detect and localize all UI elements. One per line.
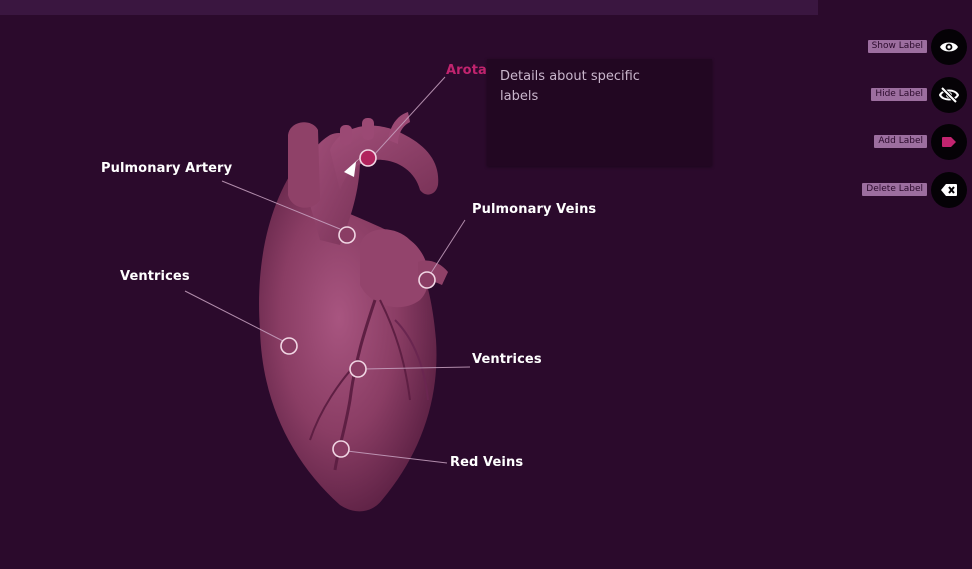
label-red-veins[interactable]: Red Veins <box>450 455 523 470</box>
label-arota[interactable]: Arota <box>446 63 487 78</box>
hotspot-pulmonary-veins[interactable] <box>418 271 436 289</box>
delete-label-chip[interactable]: Delete Label <box>862 183 927 196</box>
eye-icon[interactable] <box>931 29 967 65</box>
add-label-button[interactable]: Add Label <box>847 124 967 160</box>
label-ventrices-left[interactable]: Ventrices <box>120 269 190 284</box>
eye-off-icon[interactable] <box>931 77 967 113</box>
delete-label-button[interactable]: Delete Label <box>847 172 967 208</box>
label-pulmonary-veins[interactable]: Pulmonary Veins <box>472 202 596 217</box>
show-label-chip[interactable]: Show Label <box>867 40 927 53</box>
label-pulmonary-artery[interactable]: Pulmonary Artery <box>101 161 232 176</box>
hotspot-ventrices-left[interactable] <box>280 337 298 355</box>
hotspot-arota[interactable] <box>359 149 377 167</box>
add-label-chip[interactable]: Add Label <box>874 135 927 148</box>
hotspot-red-veins[interactable] <box>332 440 350 458</box>
label-ventrices-right[interactable]: Ventrices <box>472 352 542 367</box>
label-details-panel: Details about specific labels <box>487 59 712 166</box>
hotspot-pulmonary-artery[interactable] <box>338 226 356 244</box>
details-text: Details about specific labels <box>500 69 640 104</box>
backspace-icon[interactable] <box>931 172 967 208</box>
show-label-button[interactable]: Show Label <box>847 29 967 65</box>
hide-label-button[interactable]: Hide Label <box>847 77 967 113</box>
tag-icon[interactable] <box>931 124 967 160</box>
heart-model-viewport[interactable] <box>0 0 972 569</box>
hide-label-chip[interactable]: Hide Label <box>871 88 927 101</box>
hotspot-ventrices-right[interactable] <box>349 360 367 378</box>
